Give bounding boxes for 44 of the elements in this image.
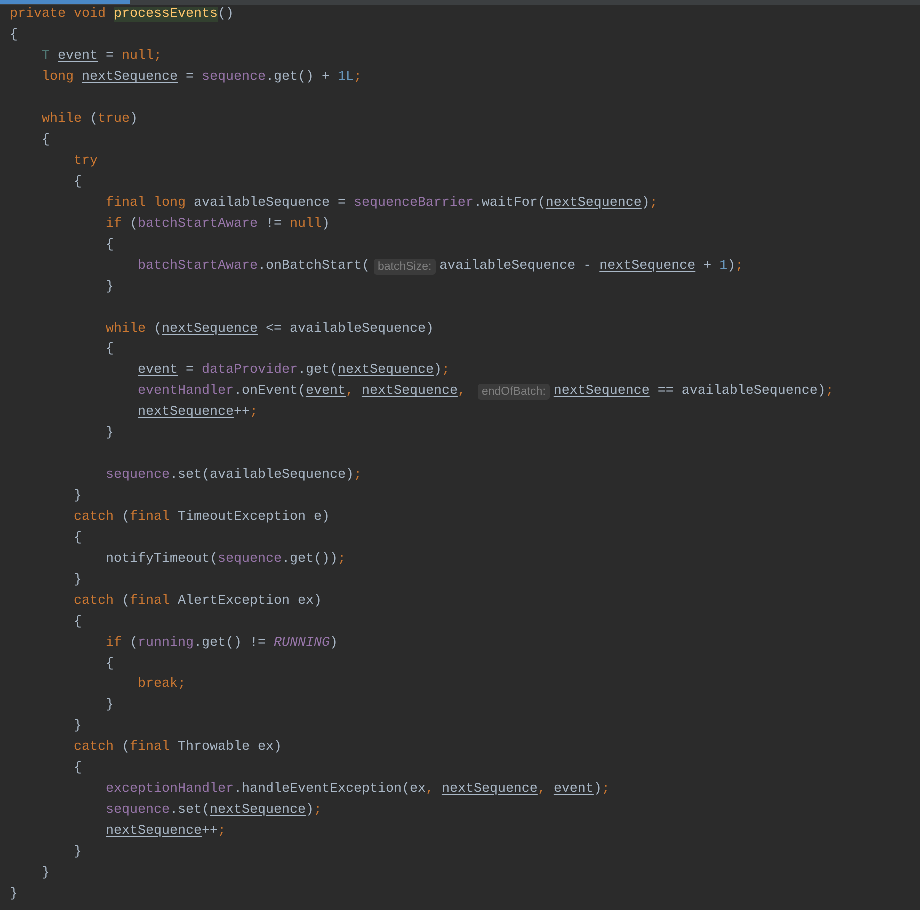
- code-text: final long availableSequence = sequenceBarrier.waitFor(nextSequence);: [106, 194, 658, 213]
- code-text: }: [106, 278, 114, 297]
- code-text: catch (final Throwable ex): [74, 739, 282, 758]
- code-text: }: [42, 864, 50, 883]
- code-text: {: [106, 656, 114, 674]
- code-text: nextSequence++;: [106, 823, 226, 842]
- code-text: }: [74, 844, 82, 862]
- code-text: if (running.get() != RUNNING): [106, 634, 338, 653]
- code-text: notifyTimeout(sequence.get());: [106, 550, 346, 569]
- code-text: {: [106, 236, 114, 255]
- code-text: exceptionHandler.handleEventException(ex, nextSequence, event);: [106, 781, 610, 800]
- code-text: T event = null;: [42, 48, 162, 66]
- code-text: nextSequence == availableSequence);: [554, 383, 834, 402]
- code-text: {: [74, 174, 82, 192]
- code-text: {: [74, 614, 82, 632]
- code-text: event = dataProvider.get(nextSequence);: [138, 362, 450, 380]
- parameter-hint: batchSize:: [374, 258, 436, 275]
- code-text: try: [74, 153, 98, 172]
- code-text: sequence.set(availableSequence);: [106, 467, 362, 486]
- code-text: while (true): [42, 111, 138, 130]
- code-text: }: [10, 886, 18, 904]
- code-text: {: [106, 341, 114, 360]
- code-text: }: [74, 718, 82, 736]
- code-text: }: [74, 572, 82, 590]
- code-text: {: [42, 132, 50, 150]
- code-text: eventHandler.onEvent(event, nextSequence,: [138, 383, 467, 402]
- code-text: long nextSequence = sequence.get() + 1L;: [42, 69, 362, 88]
- code-text: }: [106, 425, 114, 444]
- code-text: }: [74, 488, 82, 506]
- parameter-hint: endOfBatch:: [478, 384, 550, 400]
- code-text: {: [10, 27, 18, 46]
- code-text: batchStartAware.onBatchStart(: [138, 258, 370, 276]
- code-text: {: [74, 760, 82, 778]
- code-text: availableSequence - nextSequence + 1);: [440, 258, 744, 276]
- code-text: break;: [138, 676, 186, 694]
- code-text: sequence.set(nextSequence);: [106, 802, 322, 820]
- code-text: if (batchStartAware != null): [106, 216, 330, 234]
- code-text: while (nextSequence <= availableSequence): [106, 320, 434, 339]
- code-text: catch (final AlertException ex): [74, 592, 322, 611]
- code-text: nextSequence++;: [138, 404, 258, 422]
- code-text: }: [106, 697, 114, 716]
- code-text: private void processEvents(): [10, 6, 234, 24]
- code-text: {: [74, 530, 82, 548]
- code-text: catch (final TimeoutException e): [74, 508, 330, 527]
